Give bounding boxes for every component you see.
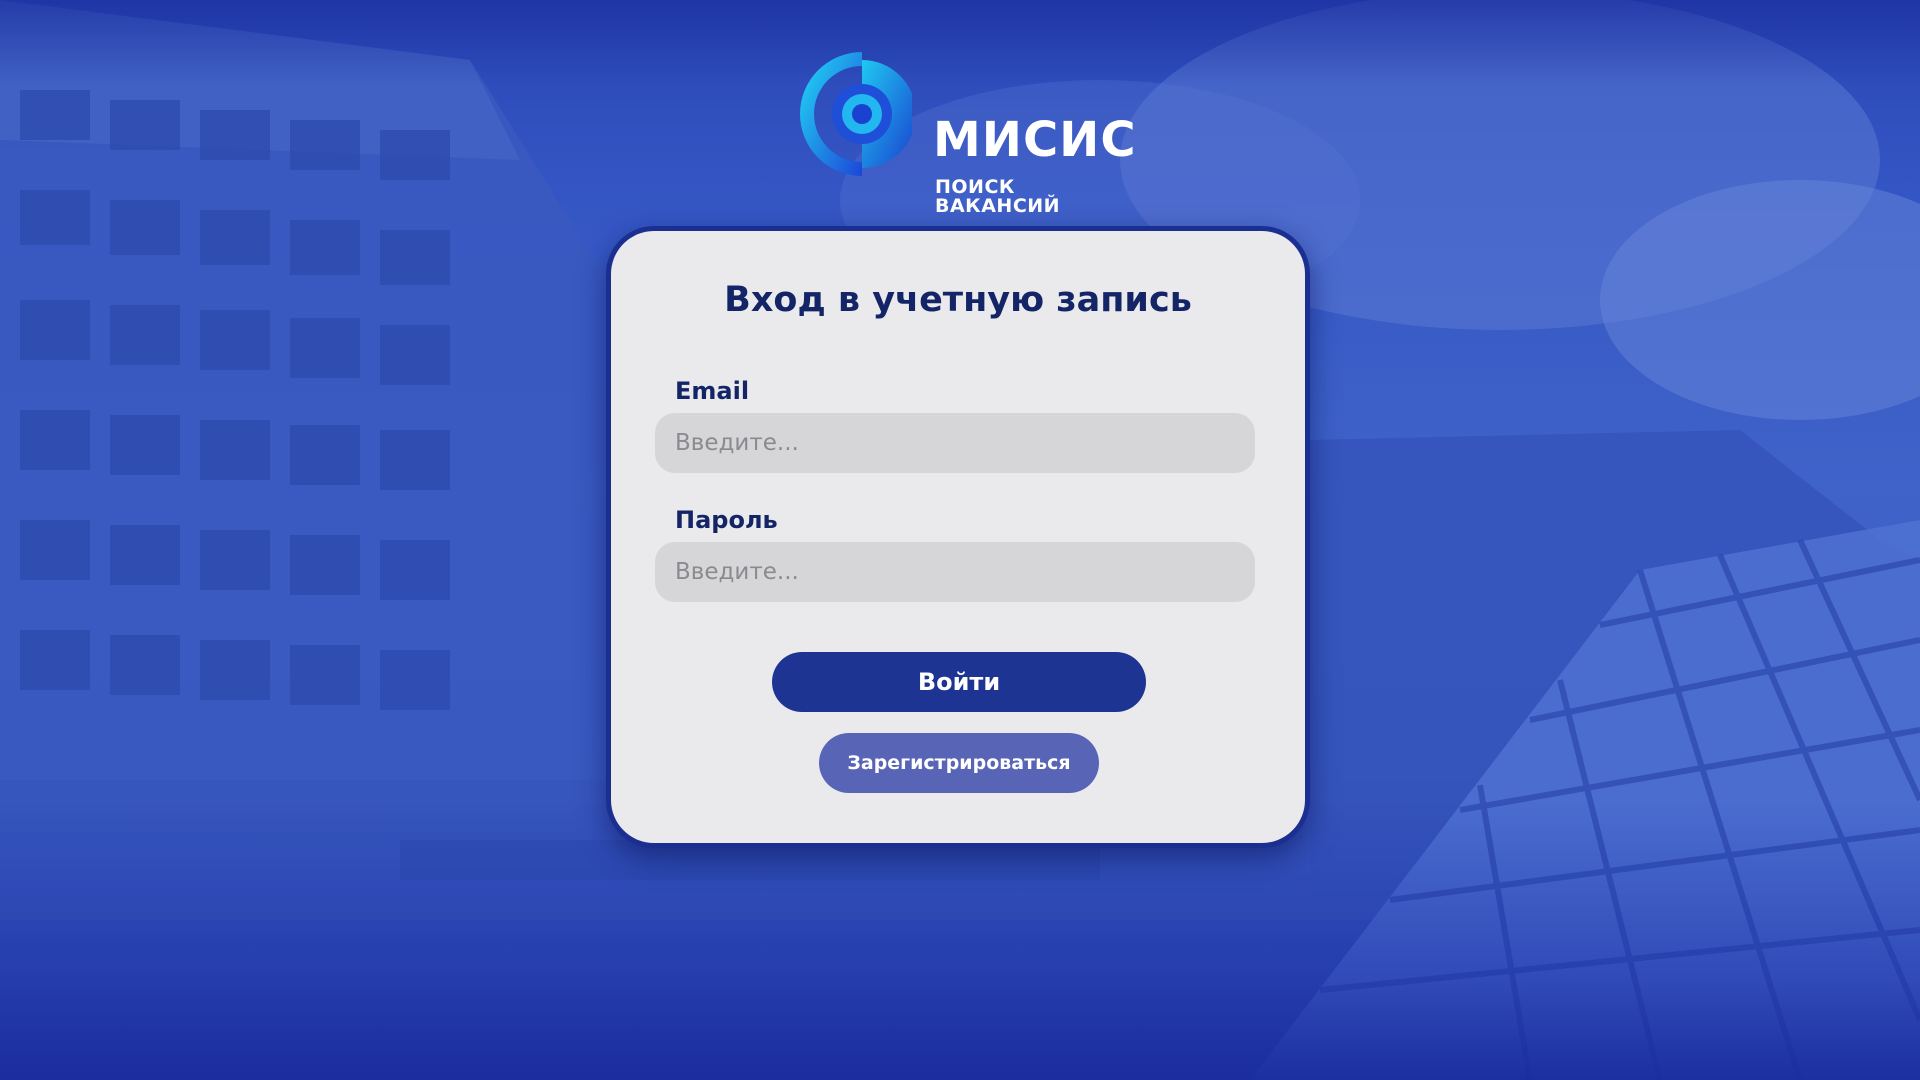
login-card: Вход в учетную запись Email Пароль Войти…	[606, 226, 1310, 848]
brand-logo: МИСИС ПОИСК ВАКАНСИЙ	[800, 50, 1136, 216]
register-button[interactable]: Зарегистрироваться	[819, 733, 1099, 793]
brand-tagline: ПОИСК ВАКАНСИЙ	[935, 176, 1061, 217]
email-label: Email	[675, 377, 750, 405]
misis-logo-icon	[800, 52, 912, 176]
page-title: Вход в учетную запись	[724, 280, 1192, 320]
login-button[interactable]: Войти	[772, 652, 1146, 712]
brand-name: МИСИС	[933, 112, 1137, 168]
email-field[interactable]	[655, 413, 1255, 473]
password-field[interactable]	[655, 542, 1255, 602]
password-label: Пароль	[675, 506, 778, 534]
